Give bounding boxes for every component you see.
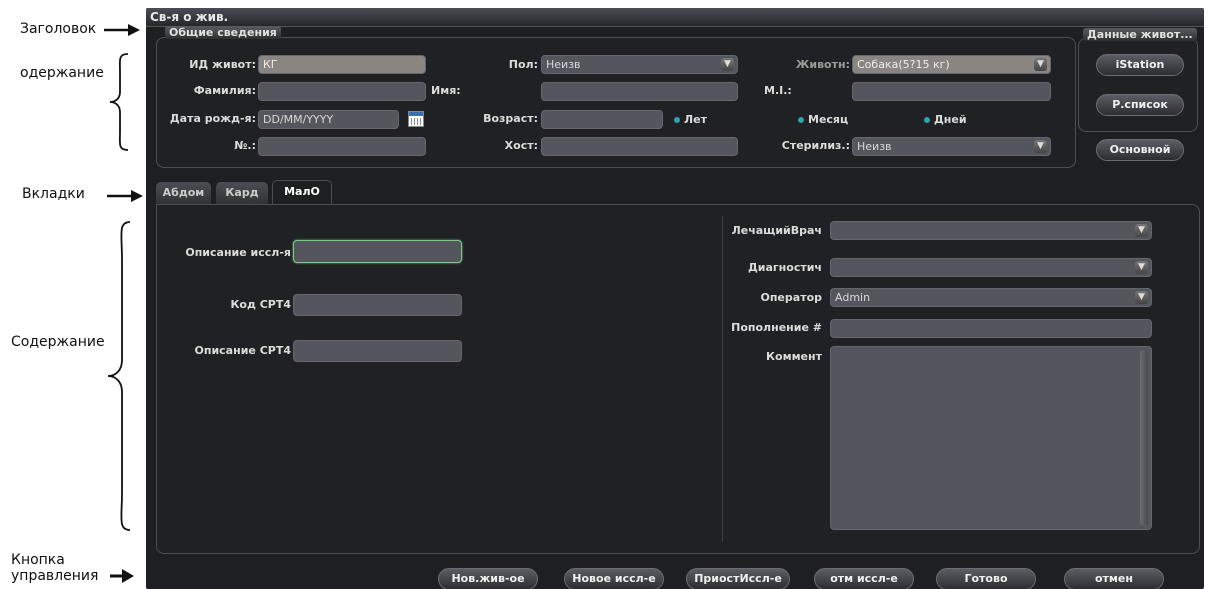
annotation-title: Заголовок — [20, 21, 97, 37]
owner-field[interactable] — [541, 137, 738, 156]
accession-field[interactable] — [830, 319, 1152, 338]
calendar-icon[interactable] — [408, 111, 424, 127]
radio-dot-icon — [924, 117, 930, 123]
window-title: Св-я о жив. — [150, 10, 229, 24]
annotation-control-line2: управления — [11, 568, 99, 584]
cancel-button[interactable]: отмен — [1064, 568, 1164, 589]
chevron-down-icon: ▼ — [1034, 140, 1047, 153]
exam-desc-field[interactable] — [293, 240, 462, 263]
dob-label: Дата рожд-я: — [169, 112, 256, 125]
tab-abdomen[interactable]: Абдом — [156, 182, 211, 204]
annotation-content-top: одержание — [20, 65, 104, 81]
cpt4-desc-label: Описание CPT4 — [194, 344, 292, 357]
worklist-button[interactable]: Р.список — [1096, 94, 1184, 116]
curly-brace-icon — [109, 53, 129, 151]
arrow-right-icon — [104, 24, 140, 36]
cancel-exam-button[interactable]: отм иссл-е — [814, 568, 914, 589]
annotation-control-line1: Кнопка — [11, 552, 65, 568]
diagnostic-label: Диагностич — [748, 261, 822, 274]
radio-years[interactable]: Лет — [674, 113, 707, 126]
new-exam-button[interactable]: Новое иссл-е — [564, 568, 664, 589]
comment-textarea[interactable] — [830, 346, 1152, 530]
animal-select[interactable]: Собака(5?15 кг) ▼ — [852, 55, 1051, 74]
comment-label: Коммент — [766, 350, 822, 363]
surname-label: Фамилия: — [193, 84, 256, 97]
annotation-content-main: Содержание — [11, 334, 105, 350]
radio-years-label: Лет — [684, 113, 707, 126]
curly-brace-icon — [107, 221, 131, 531]
tab-cardio[interactable]: Кард — [216, 182, 268, 204]
sex-select[interactable]: Неизв ▼ — [541, 55, 738, 74]
sex-value: Неизв — [546, 58, 581, 71]
sterilized-label: Стерилиз.: — [781, 139, 850, 152]
done-button[interactable]: Готово — [936, 568, 1036, 589]
name-label: Имя: — [431, 84, 461, 97]
istation-button[interactable]: iStation — [1096, 54, 1184, 76]
exam-desc-label: Описание иссл-я — [185, 246, 291, 259]
chevron-down-icon: ▼ — [721, 58, 734, 71]
number-field[interactable] — [258, 137, 426, 156]
sterilized-select[interactable]: Неизв ▼ — [852, 137, 1051, 156]
cpt4-desc-field[interactable] — [293, 340, 462, 362]
operator-label: Оператор — [760, 291, 822, 304]
diagnostic-select[interactable]: ▼ — [830, 258, 1152, 277]
annotation-tabs: Вкладки — [22, 186, 85, 202]
doctor-select[interactable]: ▼ — [830, 221, 1152, 240]
mi-field[interactable] — [852, 82, 1051, 101]
radio-days-label: Дней — [934, 113, 967, 126]
dob-field[interactable]: DD/MM/YYYY — [258, 110, 399, 129]
cpt4-code-field[interactable] — [293, 294, 462, 316]
cpt4-code-label: Код CPT4 — [230, 298, 291, 311]
animal-label: Животн: — [795, 58, 850, 71]
patient-id-field[interactable]: КГ — [258, 55, 426, 74]
patient-data-panel — [1078, 38, 1198, 132]
radio-months-label: Месяц — [808, 113, 849, 126]
name-field[interactable] — [541, 82, 738, 101]
owner-label: Хост: — [504, 139, 538, 152]
patient-data-label: Данные живот... — [1083, 28, 1197, 41]
age-label: Возраст: — [483, 112, 538, 125]
new-patient-button[interactable]: Нов.жив-ое — [438, 568, 538, 589]
chevron-down-icon: ▼ — [1034, 58, 1047, 71]
accession-label: Пополнение # — [731, 321, 822, 334]
patient-id-label: ИД живот: — [189, 58, 256, 71]
chevron-down-icon: ▼ — [1135, 291, 1148, 304]
mi-label: M.I.: — [764, 84, 792, 97]
patient-info-window: Св-я о жив. Общие сведения ИД живот: КГ … — [146, 8, 1204, 589]
pause-exam-button[interactable]: ПриостИссл-е — [686, 568, 790, 589]
operator-select[interactable]: Admin ▼ — [830, 288, 1152, 307]
sterilized-value: Неизв — [857, 140, 892, 153]
tab-small-parts[interactable]: МалО — [272, 180, 332, 205]
surname-field[interactable] — [258, 82, 426, 101]
radio-dot-icon — [674, 117, 680, 123]
animal-value: Собака(5?15 кг) — [857, 58, 950, 71]
sex-label: Пол: — [508, 58, 538, 71]
radio-days[interactable]: Дней — [924, 113, 967, 126]
main-button[interactable]: Основной — [1096, 139, 1184, 161]
number-label: №.: — [234, 139, 256, 152]
comment-scrollbar[interactable] — [1140, 350, 1148, 526]
chevron-down-icon: ▼ — [1135, 224, 1148, 237]
arrow-right-icon — [107, 190, 143, 202]
radio-months[interactable]: Месяц — [798, 113, 848, 126]
doctor-label: ЛечащийВрач — [731, 224, 822, 237]
chevron-down-icon: ▼ — [1135, 261, 1148, 274]
radio-dot-icon — [798, 117, 804, 123]
general-info-label: Общие сведения — [165, 26, 281, 39]
arrow-right-icon — [110, 569, 134, 583]
operator-value: Admin — [835, 291, 871, 304]
title-bar: Св-я о жив. — [146, 8, 1204, 27]
age-field[interactable] — [541, 110, 663, 129]
